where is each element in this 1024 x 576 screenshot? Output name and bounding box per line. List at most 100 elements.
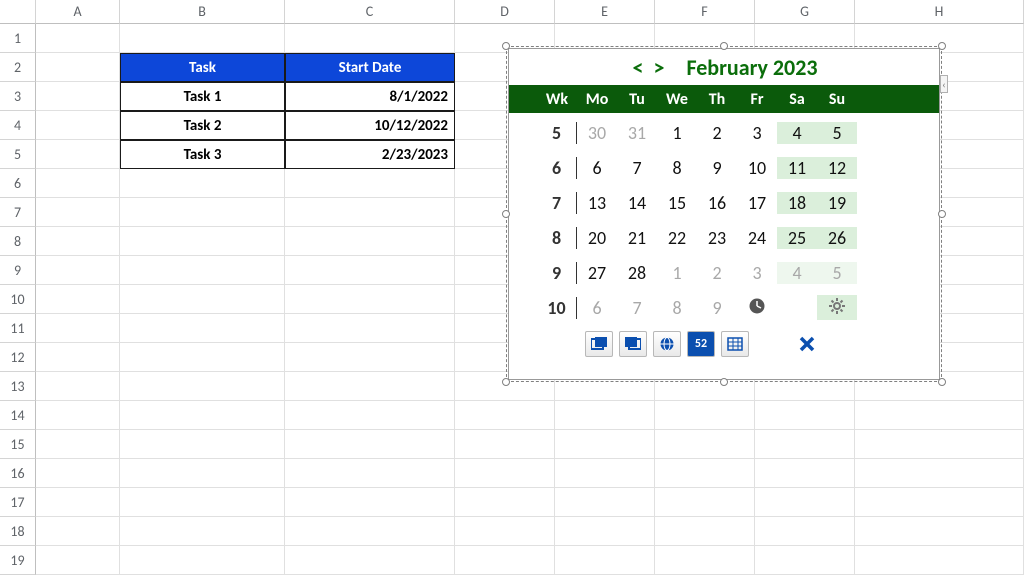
- cell-C3[interactable]: 8/1/2022: [285, 82, 455, 111]
- expand-notch[interactable]: ‹: [940, 75, 948, 93]
- toolbar-grid-button[interactable]: [721, 331, 749, 357]
- cell-H17[interactable]: [855, 488, 1024, 517]
- row-header-1[interactable]: 1: [0, 24, 36, 53]
- row-header-17[interactable]: 17: [0, 488, 36, 517]
- col-header-G[interactable]: G: [755, 0, 855, 24]
- cell-F18[interactable]: [655, 517, 755, 546]
- cell-B4[interactable]: Task 2: [120, 111, 285, 140]
- cell-F15[interactable]: [655, 430, 755, 459]
- cell-A4[interactable]: [36, 111, 120, 140]
- calendar-day[interactable]: 6: [577, 157, 617, 179]
- col-header-E[interactable]: E: [555, 0, 655, 24]
- cell-B2[interactable]: Task: [120, 53, 285, 82]
- calendar-day[interactable]: 30: [577, 122, 617, 144]
- cell-C16[interactable]: [285, 459, 455, 488]
- calendar-day[interactable]: 16: [697, 192, 737, 214]
- cell-G17[interactable]: [755, 488, 855, 517]
- calendar-day[interactable]: 11: [777, 157, 817, 179]
- calendar-day[interactable]: 28: [617, 262, 657, 284]
- cell-A11[interactable]: [36, 314, 120, 343]
- calendar-day[interactable]: 10: [737, 157, 777, 179]
- calendar-day[interactable]: 5: [817, 262, 857, 284]
- row-header-9[interactable]: 9: [0, 256, 36, 285]
- row-header-15[interactable]: 15: [0, 430, 36, 459]
- toolbar-window2-button[interactable]: [619, 331, 647, 357]
- toolbar-window1-button[interactable]: [585, 331, 613, 357]
- cell-B11[interactable]: [120, 314, 285, 343]
- calendar-object[interactable]: ‹ < > February 2023 WkMoTuWeThFrSaSu 530…: [508, 48, 940, 380]
- cell-C8[interactable]: [285, 227, 455, 256]
- cell-A17[interactable]: [36, 488, 120, 517]
- col-header-B[interactable]: B: [120, 0, 285, 24]
- calendar-day[interactable]: 9: [697, 157, 737, 179]
- row-header-2[interactable]: 2: [0, 53, 36, 82]
- calendar-day[interactable]: 31: [617, 122, 657, 144]
- cell-B5[interactable]: Task 3: [120, 140, 285, 169]
- cell-A7[interactable]: [36, 198, 120, 227]
- calendar-day[interactable]: 12: [817, 157, 857, 179]
- cell-C19[interactable]: [285, 546, 455, 575]
- calendar-day[interactable]: 3: [737, 122, 777, 144]
- cell-E16[interactable]: [555, 459, 655, 488]
- cell-A18[interactable]: [36, 517, 120, 546]
- cell-F17[interactable]: [655, 488, 755, 517]
- next-month-button[interactable]: >: [651, 54, 666, 81]
- cell-G15[interactable]: [755, 430, 855, 459]
- calendar-day[interactable]: 22: [657, 227, 697, 249]
- cell-G18[interactable]: [755, 517, 855, 546]
- calendar-day[interactable]: 2: [697, 262, 737, 284]
- row-header-6[interactable]: 6: [0, 169, 36, 198]
- calendar-day[interactable]: 7: [617, 157, 657, 179]
- cell-C4[interactable]: 10/12/2022: [285, 111, 455, 140]
- cell-A19[interactable]: [36, 546, 120, 575]
- calendar-day[interactable]: 27: [577, 262, 617, 284]
- row-header-4[interactable]: 4: [0, 111, 36, 140]
- cell-B18[interactable]: [120, 517, 285, 546]
- gear-icon[interactable]: [826, 295, 848, 317]
- row-header-7[interactable]: 7: [0, 198, 36, 227]
- calendar-day[interactable]: 21: [617, 227, 657, 249]
- cell-A2[interactable]: [36, 53, 120, 82]
- cell-C14[interactable]: [285, 401, 455, 430]
- cell-B10[interactable]: [120, 285, 285, 314]
- calendar-day[interactable]: 1: [657, 262, 697, 284]
- cell-B8[interactable]: [120, 227, 285, 256]
- cell-B7[interactable]: [120, 198, 285, 227]
- cell-C7[interactable]: [285, 198, 455, 227]
- calendar-day[interactable]: 1: [657, 122, 697, 144]
- select-all-corner[interactable]: [0, 0, 36, 24]
- calendar-day[interactable]: 4: [777, 262, 817, 284]
- calendar-day[interactable]: 15: [657, 192, 697, 214]
- cell-B13[interactable]: [120, 372, 285, 401]
- cell-D17[interactable]: [455, 488, 555, 517]
- col-header-A[interactable]: A: [36, 0, 120, 24]
- cell-B14[interactable]: [120, 401, 285, 430]
- cell-H14[interactable]: [855, 401, 1024, 430]
- row-header-12[interactable]: 12: [0, 343, 36, 372]
- toolbar-globe-button[interactable]: [653, 331, 681, 357]
- calendar-day[interactable]: 4: [777, 122, 817, 144]
- cell-A6[interactable]: [36, 169, 120, 198]
- prev-month-button[interactable]: <: [631, 54, 646, 81]
- calendar-day[interactable]: 19: [817, 192, 857, 214]
- toolbar-week52-button[interactable]: 52: [687, 331, 715, 357]
- calendar-day[interactable]: 8: [657, 297, 697, 319]
- calendar-day[interactable]: 9: [697, 297, 737, 319]
- cell-C5[interactable]: 2/23/2023: [285, 140, 455, 169]
- cell-A16[interactable]: [36, 459, 120, 488]
- cell-B16[interactable]: [120, 459, 285, 488]
- cell-D14[interactable]: [455, 401, 555, 430]
- cell-A10[interactable]: [36, 285, 120, 314]
- row-header-8[interactable]: 8: [0, 227, 36, 256]
- calendar-day[interactable]: 13: [577, 192, 617, 214]
- calendar-day[interactable]: 26: [817, 227, 857, 249]
- row-header-10[interactable]: 10: [0, 285, 36, 314]
- cell-A15[interactable]: [36, 430, 120, 459]
- cell-H16[interactable]: [855, 459, 1024, 488]
- cell-C17[interactable]: [285, 488, 455, 517]
- row-header-11[interactable]: 11: [0, 314, 36, 343]
- calendar-day[interactable]: 6: [577, 297, 617, 319]
- cell-E17[interactable]: [555, 488, 655, 517]
- cell-H15[interactable]: [855, 430, 1024, 459]
- cell-A14[interactable]: [36, 401, 120, 430]
